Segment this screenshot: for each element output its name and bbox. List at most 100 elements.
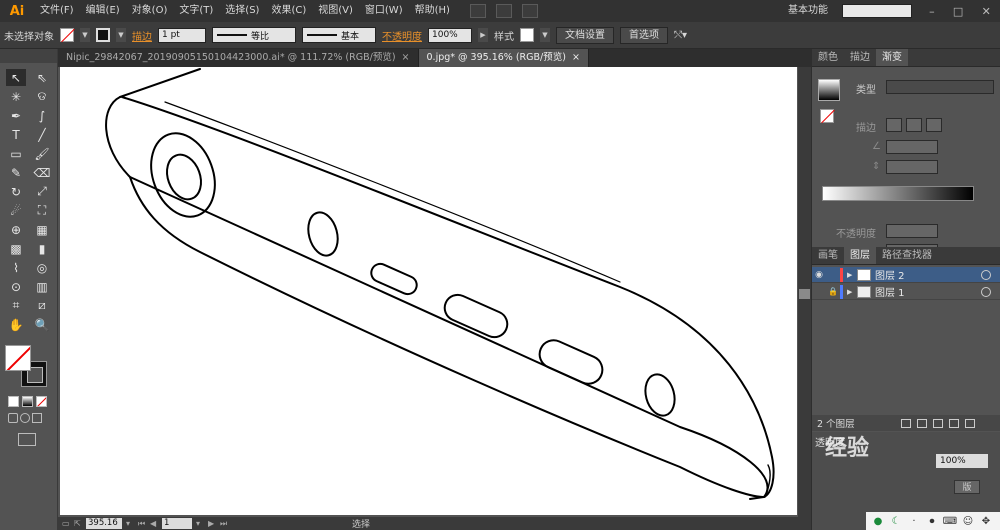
gradient-opacity-input[interactable] xyxy=(886,224,938,238)
tray-mic-icon[interactable]: ⏺ xyxy=(926,515,938,527)
tray-app-icon[interactable]: ● xyxy=(872,515,884,527)
artwork[interactable] xyxy=(60,67,797,515)
menu-object[interactable]: 对象(O) xyxy=(126,0,174,22)
locate-object-icon[interactable] xyxy=(900,418,911,428)
menu-effect[interactable]: 效果(C) xyxy=(265,0,312,22)
type-tool-icon[interactable]: T xyxy=(6,126,26,143)
close-tab-icon[interactable]: × xyxy=(572,49,580,67)
hand-tool-icon[interactable]: ✋ xyxy=(6,316,26,333)
rotate-tool-icon[interactable]: ↻ xyxy=(6,183,26,200)
stroke-label[interactable]: 描边 xyxy=(132,28,152,43)
tab-document-2[interactable]: 0.jpg* @ 395.16% (RGB/预览) × xyxy=(418,49,589,67)
arrange-docs-icon[interactable] xyxy=(495,4,512,18)
pencil-tool-icon[interactable]: ✎ xyxy=(6,164,26,181)
tray-keyboard-icon[interactable]: ⌨ xyxy=(943,515,957,527)
line-tool-icon[interactable]: ╱ xyxy=(32,126,52,143)
tab-brushes[interactable]: 画笔 xyxy=(812,247,844,264)
fill-color-box[interactable] xyxy=(5,345,31,371)
fill-stroke-widget[interactable] xyxy=(5,345,49,389)
blend-tool-icon[interactable]: ◎ xyxy=(32,259,52,276)
next-artboard-icon[interactable]: ▶ xyxy=(208,519,216,528)
aspect-ratio-input[interactable] xyxy=(886,160,938,174)
current-tool-status[interactable]: 选择 xyxy=(352,517,370,530)
chevron-down-icon[interactable]: ▼ xyxy=(116,28,126,42)
artboard-tool-icon[interactable]: ⌗ xyxy=(6,297,26,314)
layer-row[interactable]: 🔒 ▶ 图层 1 xyxy=(812,284,1000,300)
color-mode-icon[interactable] xyxy=(8,396,19,407)
tab-pathfinder[interactable]: 路径查找器 xyxy=(876,247,938,264)
selection-tool-icon[interactable]: ↖ xyxy=(6,69,26,86)
magic-wand-tool-icon[interactable]: ✳ xyxy=(6,88,26,105)
new-layer-icon[interactable] xyxy=(948,418,959,428)
close-icon[interactable]: ✕ xyxy=(982,5,991,18)
zoom-input[interactable]: 395.16 xyxy=(86,518,122,529)
none-mode-icon[interactable] xyxy=(36,396,47,407)
maximize-icon[interactable]: □ xyxy=(953,5,963,18)
gradient-tool-icon[interactable]: ▮ xyxy=(32,240,52,257)
tools-panel-header[interactable] xyxy=(0,49,57,63)
column-graph-tool-icon[interactable]: ▥ xyxy=(32,278,52,295)
rectangle-tool-icon[interactable]: ▭ xyxy=(6,145,26,162)
free-transform-tool-icon[interactable]: ⛶ xyxy=(32,202,52,219)
canvas-area[interactable] xyxy=(58,67,798,517)
variable-width-profile[interactable]: 等比 xyxy=(212,27,296,43)
vertical-scrollbar[interactable] xyxy=(798,67,811,517)
workspace-switcher[interactable]: 基本功能 xyxy=(788,0,828,22)
brush-definition[interactable]: 基本 xyxy=(302,27,376,43)
scrollbar-thumb[interactable] xyxy=(799,289,810,299)
chevron-down-icon[interactable]: ▾ xyxy=(196,519,204,528)
gradient-mode-icon[interactable] xyxy=(22,396,33,407)
curvature-tool-icon[interactable]: ∫ xyxy=(32,107,52,124)
tab-color[interactable]: 颜色 xyxy=(812,49,844,66)
gradient-stroke-swatch[interactable] xyxy=(820,109,834,123)
tray-settings-icon[interactable]: ✥ xyxy=(980,515,992,527)
transparency-opacity-input[interactable]: 100% xyxy=(936,454,988,468)
layer-row[interactable]: ◉ ▶ 图层 2 xyxy=(812,267,1000,283)
angle-input[interactable] xyxy=(886,140,938,154)
tab-gradient[interactable]: 渐变 xyxy=(876,49,908,66)
artboard[interactable] xyxy=(60,67,797,515)
menu-help[interactable]: 帮助(H) xyxy=(409,0,456,22)
scale-tool-icon[interactable]: ⤢ xyxy=(32,183,52,200)
chevron-down-icon[interactable]: ▼ xyxy=(540,28,550,42)
shape-builder-tool-icon[interactable]: ⊕ xyxy=(6,221,26,238)
tray-user-icon[interactable]: ☺ xyxy=(962,515,974,527)
zoom-tool-icon[interactable]: 🔍 xyxy=(32,316,52,333)
tab-layers[interactable]: 图层 xyxy=(844,247,876,264)
lock-icon[interactable]: 🔒 xyxy=(826,287,840,296)
menu-select[interactable]: 选择(S) xyxy=(219,0,265,22)
draw-normal-icon[interactable] xyxy=(8,413,18,423)
clipping-mask-icon[interactable] xyxy=(916,418,927,428)
bridge-icon[interactable] xyxy=(469,4,486,18)
eye-icon[interactable]: ◉ xyxy=(812,270,826,280)
mesh-tool-icon[interactable]: ▩ xyxy=(6,240,26,257)
symbol-sprayer-tool-icon[interactable]: ⊙ xyxy=(6,278,26,295)
opacity-input[interactable]: 100% xyxy=(428,27,472,43)
menu-file[interactable]: 文件(F) xyxy=(34,0,80,22)
gradient-thumbnail[interactable] xyxy=(818,79,840,101)
chevron-down-icon[interactable]: ▾ xyxy=(126,519,134,528)
gradient-slider[interactable] xyxy=(822,186,974,201)
new-sublayer-icon[interactable] xyxy=(932,418,943,428)
gradient-type-dropdown[interactable] xyxy=(886,80,994,94)
draw-inside-icon[interactable] xyxy=(32,413,42,423)
expand-triangle-icon[interactable]: ▶ xyxy=(847,271,857,279)
menu-edit[interactable]: 编辑(E) xyxy=(80,0,126,22)
layer-name[interactable]: 图层 2 xyxy=(875,267,981,282)
tab-stroke[interactable]: 描边 xyxy=(844,49,876,66)
panel-options-icon[interactable]: ⤲▾ xyxy=(674,30,687,41)
chevron-down-icon[interactable]: ▼ xyxy=(80,28,90,42)
lasso-tool-icon[interactable]: ଡ xyxy=(32,88,52,105)
stroke-swatch[interactable] xyxy=(96,28,110,42)
menu-type[interactable]: 文字(T) xyxy=(173,0,219,22)
paintbrush-tool-icon[interactable]: 🖌 xyxy=(32,145,52,162)
document-setup-button[interactable]: 文档设置 xyxy=(556,26,614,44)
draw-behind-icon[interactable] xyxy=(20,413,30,423)
eyedropper-tool-icon[interactable]: ⌇ xyxy=(6,259,26,276)
menu-view[interactable]: 视图(V) xyxy=(312,0,359,22)
slice-tool-icon[interactable]: ⧄ xyxy=(32,297,52,314)
menu-window[interactable]: 窗口(W) xyxy=(359,0,409,22)
first-artboard-icon[interactable]: ⏮ xyxy=(138,519,146,529)
tray-dot-icon[interactable]: · xyxy=(908,515,920,527)
last-artboard-icon[interactable]: ⏭ xyxy=(220,519,228,529)
